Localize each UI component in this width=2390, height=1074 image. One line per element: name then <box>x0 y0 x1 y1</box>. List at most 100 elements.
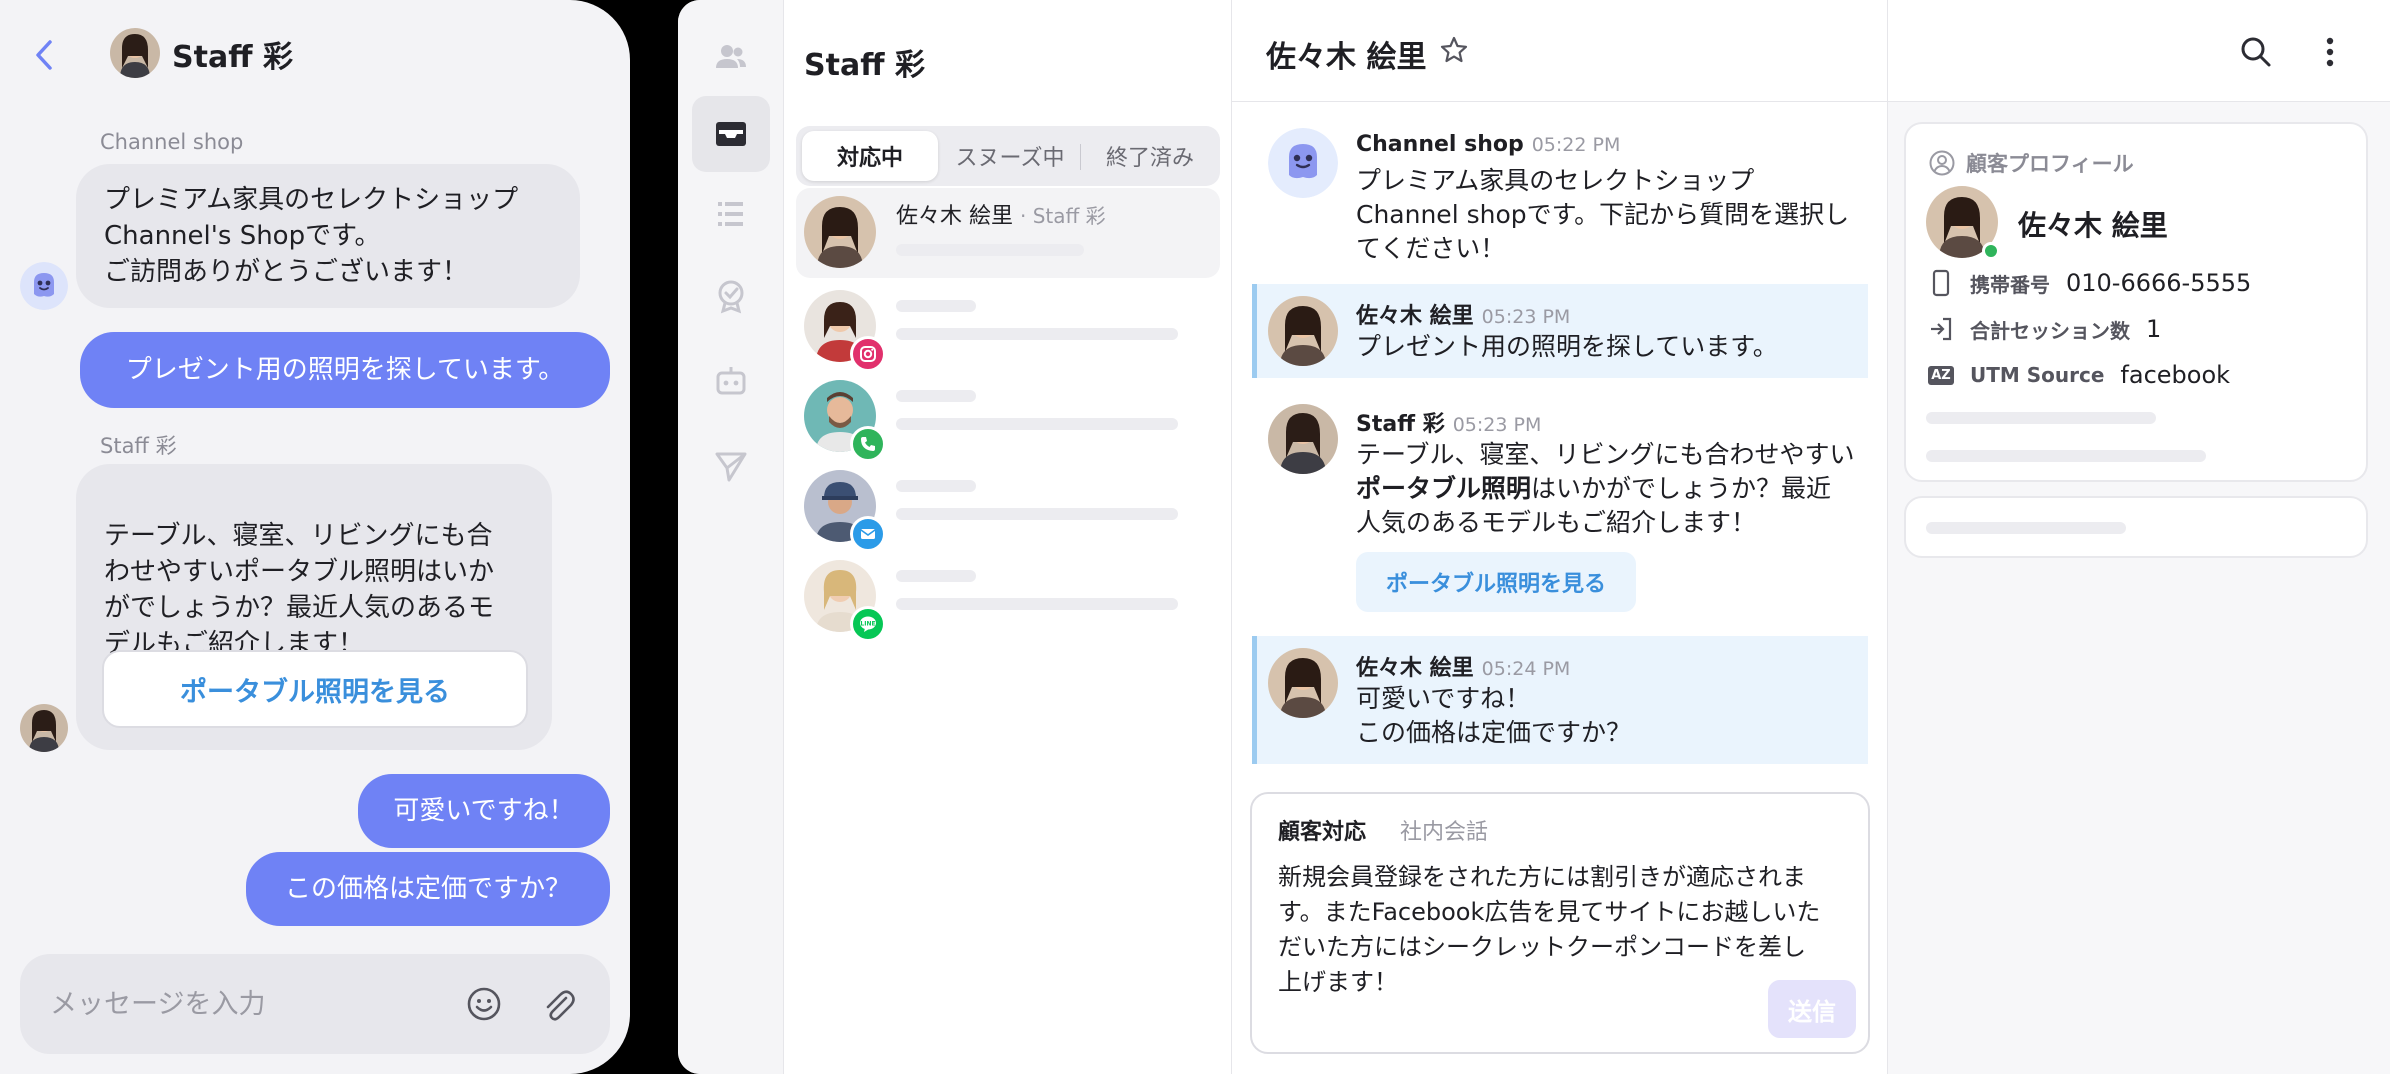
message-preview-placeholder <box>896 598 1178 610</box>
conversation-item[interactable]: 佐々木 絵里 · Staff 彩 <box>796 188 1220 278</box>
profile-sidebar: 顧客プロフィール 佐々木 絵里 携帯番号 010-6666-5555 合計セッシ… <box>1888 102 2390 1074</box>
secondary-profile-card <box>1904 496 2368 558</box>
tab-divider <box>1080 144 1081 170</box>
bot-message-bubble: プレミアム家具のセレクトショップ Channel's Shopです。 ご訪問あり… <box>76 164 580 308</box>
message-sender: 佐々木 絵里 05:23 PM <box>1356 304 1571 329</box>
send-nav[interactable] <box>692 428 770 504</box>
customer-avatar <box>804 196 876 268</box>
team-chat-nav[interactable] <box>692 18 770 94</box>
profile-placeholder <box>1926 412 2156 424</box>
instagram-icon <box>850 336 886 372</box>
user-circle-icon <box>1929 150 1955 176</box>
mobile-phone-icon <box>1926 268 1956 298</box>
customer-profile-card: 顧客プロフィール 佐々木 絵里 携帯番号 010-6666-5555 合計セッシ… <box>1904 122 2368 482</box>
nav-rail <box>678 0 784 1074</box>
chat-message-highlighted: 佐々木 絵里 05:24 PM 可愛いですね！ この価格は定価ですか？ <box>1252 636 1868 764</box>
name-placeholder <box>896 480 976 492</box>
message-preview-placeholder <box>896 508 1178 520</box>
staff-avatar <box>110 28 160 78</box>
profile-row-utm: AZ UTM Source facebook <box>1926 358 2230 392</box>
conversation-title: 佐々木 絵里 · Staff 彩 <box>896 198 1106 230</box>
profile-value[interactable]: 010-6666-5555 <box>2066 269 2251 297</box>
phone-icon <box>850 426 886 462</box>
back-icon[interactable] <box>30 38 60 72</box>
profile-placeholder <box>1926 522 2126 534</box>
sign-in-icon <box>1926 314 1956 344</box>
reply-composer: 顧客対応 社内会話 新規会員登録をされた方には割引きが適応されま す。またFac… <box>1250 792 1870 1054</box>
profile-placeholder <box>1926 450 2206 462</box>
tab-snoozed[interactable]: スヌーズ中 <box>942 131 1078 181</box>
reply-textarea[interactable]: 新規会員登録をされた方には割引きが適応されま す。またFacebook広告を見て… <box>1278 860 1844 1000</box>
bot-avatar <box>1268 128 1338 198</box>
badge-nav[interactable] <box>692 258 770 334</box>
inbox-tabs: 対応中 スヌーズ中 終了済み <box>796 126 1220 186</box>
bot-avatar <box>20 262 68 310</box>
message-text: プレミアム家具のセレクトショップ Channel shopです。下記から質問を選… <box>1356 166 1850 263</box>
inbox-nav[interactable] <box>692 96 770 172</box>
send-button[interactable]: 送信 <box>1768 980 1856 1038</box>
tab-open[interactable]: 対応中 <box>802 131 938 181</box>
emoji-icon[interactable] <box>464 984 504 1024</box>
tab-closed[interactable]: 終了済み <box>1082 131 1218 181</box>
name-placeholder <box>896 300 976 312</box>
utm-az-icon: AZ <box>1926 360 1956 390</box>
badge-check-icon <box>718 280 744 314</box>
message-preview-placeholder <box>896 328 1178 340</box>
chat-message: Channel shop 05:22 PM プレミアム家具のセレクトショップ Ch… <box>1252 122 1868 272</box>
line-icon: LINE <box>850 606 886 642</box>
customer-avatar <box>1268 296 1338 366</box>
search-icon[interactable] <box>2236 32 2276 72</box>
name-placeholder <box>896 570 976 582</box>
profile-label: 携帯番号 <box>1970 272 2050 297</box>
chat-message-highlighted: 佐々木 絵里 05:23 PM プレゼント用の照明を探しています。 <box>1252 284 1868 378</box>
mail-icon <box>850 516 886 552</box>
conversation-item[interactable]: LINE <box>796 552 1220 642</box>
messenger-widget: Staff 彩 Channel shop プレミアム家具のセレクトショップ Ch… <box>0 0 630 1074</box>
profile-label: UTM Source <box>1970 363 2105 387</box>
profile-section-title: 顧客プロフィール <box>1966 152 2134 176</box>
portable-light-cta-button[interactable]: ポータブル照明を見る <box>1356 552 1636 612</box>
message-sender: Channel shop 05:22 PM <box>1356 132 1621 157</box>
message-time: 05:23 PM <box>1481 306 1571 328</box>
tab-customer-reply[interactable]: 顧客対応 <box>1278 814 1366 846</box>
paper-plane-icon <box>715 452 747 482</box>
attachment-icon[interactable] <box>538 984 578 1024</box>
widget-header: Staff 彩 <box>0 0 630 110</box>
message-time: 05:24 PM <box>1481 658 1571 680</box>
list-icon <box>718 202 743 226</box>
conversation-item[interactable] <box>796 462 1220 552</box>
message-preview-placeholder <box>896 244 1084 256</box>
profile-section-header: 顧客プロフィール <box>1928 148 2134 178</box>
online-status-dot <box>1982 242 2000 260</box>
staff-avatar <box>1268 404 1338 474</box>
conversation-item[interactable] <box>796 282 1220 372</box>
profile-row-sessions: 合計セッション数 1 <box>1926 312 2161 346</box>
list-nav[interactable] <box>692 176 770 252</box>
profile-label: 合計セッション数 <box>1970 318 2130 343</box>
bot-sender-label: Channel shop <box>100 130 244 154</box>
customer-avatar <box>1268 648 1338 718</box>
message-composer <box>20 954 610 1054</box>
user-message-bubble: 可愛いですね！ <box>358 774 610 848</box>
message-sender: Staff 彩 05:23 PM <box>1356 412 1542 437</box>
message-text-bold: ポータブル照明 <box>1356 474 1532 503</box>
conversation-assignee: · Staff 彩 <box>1020 204 1106 228</box>
message-time: 05:23 PM <box>1452 414 1542 436</box>
svg-text:LINE: LINE <box>860 621 875 628</box>
message-input[interactable] <box>50 982 430 1026</box>
tab-internal-note[interactable]: 社内会話 <box>1400 814 1488 846</box>
inbox-icon <box>716 122 746 146</box>
inbox-panel: Staff 彩 対応中 スヌーズ中 終了済み 佐々木 絵里 · Staff 彩 <box>784 0 1232 1074</box>
conversation-customer-name: 佐々木 絵里 <box>896 204 1013 229</box>
message-text: テーブル、寝室、リビングにも合わせやすい ポータブル照明はいかがでしょうか？最近… <box>1356 440 1855 537</box>
conversation-item[interactable] <box>796 372 1220 462</box>
chat-panel: Channel shop 05:22 PM プレミアム家具のセレクトショップ Ch… <box>1232 0 1888 1074</box>
desk-app: Staff 彩 対応中 スヌーズ中 終了済み 佐々木 絵里 · Staff 彩 <box>678 0 2390 1074</box>
user-message-bubble: プレゼント用の照明を探しています。 <box>80 332 610 408</box>
portable-light-cta-button[interactable]: ポータブル照明を見る <box>102 650 528 728</box>
robot-icon <box>716 367 746 395</box>
message-text: 可愛いですね！ この価格は定価ですか？ <box>1356 684 1632 747</box>
more-options-icon[interactable] <box>2310 32 2350 72</box>
bot-nav[interactable] <box>692 342 770 418</box>
profile-value: facebook <box>2120 361 2231 389</box>
